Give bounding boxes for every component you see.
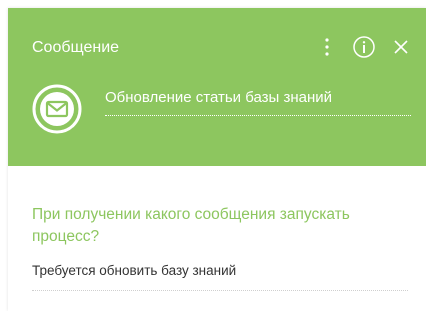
message-name-underline: [105, 115, 411, 116]
answer-underline: [32, 290, 408, 291]
info-icon[interactable]: [352, 35, 376, 59]
question-label: При получении какого сообщения запускать…: [32, 206, 350, 245]
envelope-icon: [32, 84, 82, 134]
panel-header: Сообщение Обновление статьи базы знаний: [8, 8, 426, 166]
close-icon[interactable]: [392, 35, 410, 59]
element-properties-panel: Сообщение Обновление статьи базы знаний …: [8, 8, 426, 311]
panel-title: Сообщение: [32, 39, 120, 56]
answer-input[interactable]: Требуется обновить базу знаний: [32, 262, 412, 280]
screen: Сообщение Обновление статьи базы знаний …: [0, 0, 426, 311]
kebab-menu-icon[interactable]: [320, 35, 334, 59]
message-name-field[interactable]: Обновление статьи базы знаний: [105, 88, 411, 108]
